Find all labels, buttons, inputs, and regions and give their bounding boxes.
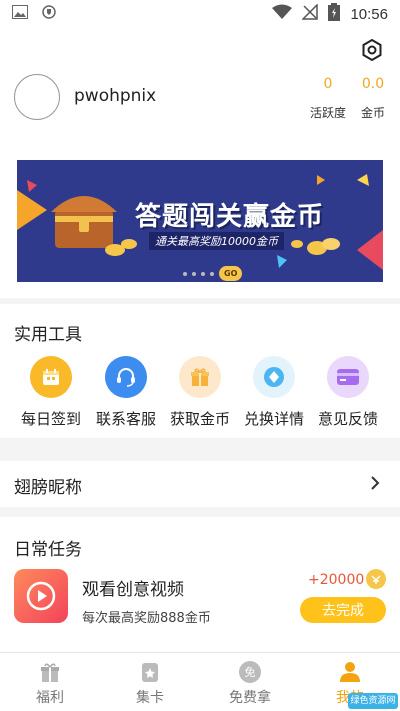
- calendar-icon: [30, 356, 72, 398]
- profile-section: pwohpnix 0 活跃度 0.0 金币 答题闯关赢金币 通关最高奖励1000…: [0, 28, 400, 298]
- tool-customer-service[interactable]: 联系客服: [89, 356, 163, 429]
- card-star-icon: [137, 659, 163, 685]
- shield-icon: [42, 5, 56, 23]
- pager-dot: [192, 271, 196, 276]
- tools-section: 实用工具 每日签到 联系客服 获取金币 兑换详情 意见反馈: [0, 304, 400, 438]
- status-time: 10:56: [350, 5, 388, 23]
- tool-label: 每日签到: [20, 410, 81, 428]
- bottom-tab-bar: 福利 集卡 免 免费拿 我的 绿色资源网: [0, 652, 400, 711]
- tab-label: 集卡: [136, 690, 164, 706]
- task-complete-button[interactable]: 去完成: [300, 597, 386, 623]
- banner-pager: GO: [183, 266, 243, 281]
- video-play-icon: [14, 569, 68, 623]
- coin-icon: [366, 569, 386, 589]
- treasure-chest-icon: [51, 196, 137, 256]
- headset-icon: [105, 356, 147, 398]
- daily-tasks-section: 日常任务 观看创意视频 每次最高奖励888金币 +20000 去完成: [0, 517, 400, 657]
- tab-welfare[interactable]: 福利: [0, 653, 100, 711]
- username: pwohpnix: [74, 86, 157, 106]
- battery-icon: [328, 3, 341, 25]
- chevron-right-icon: [370, 475, 380, 495]
- tool-daily-checkin[interactable]: 每日签到: [14, 356, 88, 429]
- tool-label: 意见反馈: [317, 410, 378, 428]
- stat-activity[interactable]: 0 活跃度: [303, 76, 353, 121]
- card-icon: [327, 356, 369, 398]
- tab-label: 免费拿: [229, 690, 271, 706]
- pager-dot: [183, 271, 187, 276]
- gift-icon: [179, 356, 221, 398]
- tab-collect-cards[interactable]: 集卡: [100, 653, 200, 711]
- tool-exchange-details[interactable]: 兑换详情: [237, 356, 311, 429]
- stat-activity-label: 活跃度: [309, 106, 346, 120]
- pager-dot: [201, 271, 205, 276]
- free-icon: 免: [237, 659, 263, 685]
- tool-label: 联系客服: [95, 410, 156, 428]
- tool-label: 兑换详情: [243, 410, 304, 428]
- status-bar: 10:56: [0, 0, 400, 28]
- tool-label: 获取金币: [169, 410, 230, 428]
- coins-icon: [291, 238, 340, 255]
- tasks-title: 日常任务: [14, 540, 82, 560]
- free-icon-text: 免: [245, 665, 256, 679]
- nickname-label: 翅膀昵称: [14, 478, 82, 498]
- quiz-banner[interactable]: 答题闯关赢金币 通关最高奖励10000金币 GO: [17, 160, 383, 282]
- wifi-icon: [272, 4, 293, 24]
- banner-title: 答题闯关赢金币: [135, 202, 325, 232]
- settings-icon[interactable]: [360, 38, 384, 62]
- gift-icon: [37, 659, 63, 685]
- banner-subtitle: 通关最高奖励10000金币: [149, 232, 284, 250]
- tool-get-coins[interactable]: 获取金币: [163, 356, 237, 429]
- tab-free[interactable]: 免 免费拿: [200, 653, 300, 711]
- person-icon: [337, 659, 363, 685]
- task-description: 每次最高奖励888金币: [82, 611, 211, 626]
- tools-title: 实用工具: [14, 325, 82, 345]
- go-badge: GO: [219, 266, 243, 281]
- stat-activity-value: 0: [323, 76, 333, 92]
- nickname-row[interactable]: 翅膀昵称: [0, 461, 400, 507]
- task-reward: +20000: [308, 572, 365, 588]
- pager-dot: [210, 271, 214, 276]
- task-title: 观看创意视频: [82, 580, 184, 600]
- stat-coins-label: 金币: [360, 106, 385, 120]
- diamond-icon: [253, 356, 295, 398]
- signal-off-icon: [301, 3, 319, 24]
- avatar[interactable]: [14, 74, 60, 120]
- tab-label: 福利: [36, 690, 64, 706]
- image-icon: [12, 5, 28, 23]
- stat-coins[interactable]: 0.0 金币: [348, 76, 398, 121]
- watermark-logo: 绿色资源网: [348, 693, 398, 709]
- tool-feedback[interactable]: 意见反馈: [311, 356, 385, 429]
- stat-coins-value: 0.0: [361, 76, 385, 92]
